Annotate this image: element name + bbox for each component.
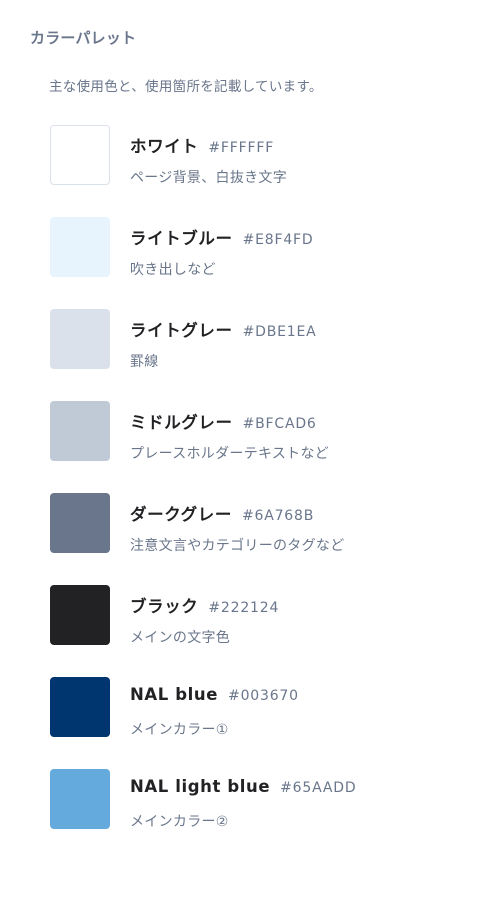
color-name-row: ライトグレー #DBE1EA	[130, 317, 317, 341]
color-swatch	[50, 769, 110, 829]
color-hex: #6A768B	[241, 508, 315, 524]
color-hex: #FFFFFF	[208, 140, 275, 156]
color-swatch	[50, 493, 110, 553]
color-hex: #003670	[228, 688, 299, 704]
color-swatch	[50, 217, 110, 277]
color-name-row: ブラック #222124	[130, 593, 279, 617]
color-swatch	[50, 677, 110, 737]
color-swatch	[50, 401, 110, 461]
color-name: ライトブルー	[130, 229, 233, 248]
color-usage: 吹き出しなど	[130, 262, 216, 278]
color-swatch	[50, 585, 110, 645]
color-name-row: ライトブルー #E8F4FD	[130, 225, 314, 249]
color-item-nal-blue: NAL blue #003670 メインカラー①	[50, 677, 480, 769]
color-usage: メインカラー①	[130, 722, 229, 738]
color-name: ダークグレー	[130, 505, 232, 524]
color-name: ブラック	[130, 597, 199, 616]
color-item-white: ホワイト #FFFFFF ページ背景、白抜き文字	[50, 125, 480, 217]
section-title: カラーパレット	[30, 29, 137, 47]
color-item-black: ブラック #222124 メインの文字色	[50, 585, 480, 677]
color-name-row: ミドルグレー #BFCAD6	[130, 409, 317, 433]
color-usage: プレースホルダーテキストなど	[130, 446, 330, 462]
color-hex: #65AADD	[280, 780, 357, 796]
color-hex: #DBE1EA	[242, 324, 317, 340]
color-item-middle-gray: ミドルグレー #BFCAD6 プレースホルダーテキストなど	[50, 401, 480, 493]
color-item-dark-gray: ダークグレー #6A768B 注意文言やカテゴリーのタグなど	[50, 493, 480, 585]
color-name-row: NAL light blue #65AADD	[130, 777, 356, 796]
color-item-light-blue: ライトブルー #E8F4FD 吹き出しなど	[50, 217, 480, 309]
color-swatch	[50, 309, 110, 369]
color-usage: ページ背景、白抜き文字	[130, 170, 288, 186]
color-name: NAL light blue	[130, 777, 271, 796]
color-name: ライトグレー	[130, 321, 233, 340]
color-hex: #BFCAD6	[242, 416, 317, 432]
color-hex: #222124	[208, 600, 280, 616]
color-name: NAL blue	[130, 685, 219, 704]
color-item-light-gray: ライトグレー #DBE1EA 罫線	[50, 309, 480, 401]
color-name: ホワイト	[130, 137, 199, 156]
color-usage: メインカラー②	[130, 814, 229, 830]
color-swatch	[50, 125, 110, 185]
color-name: ミドルグレー	[130, 413, 233, 432]
intro-text: 主な使用色と、使用箇所を記載しています。	[49, 79, 323, 95]
color-hex: #E8F4FD	[242, 232, 314, 248]
color-usage: メインの文字色	[130, 630, 231, 646]
color-usage: 注意文言やカテゴリーのタグなど	[130, 538, 345, 554]
color-item-nal-light-blue: NAL light blue #65AADD メインカラー②	[50, 769, 480, 861]
color-usage: 罫線	[130, 354, 159, 370]
color-palette-list: ホワイト #FFFFFF ページ背景、白抜き文字 ライトブルー #E8F4FD 吹き…	[50, 125, 480, 861]
color-name-row: ホワイト #FFFFFF	[130, 133, 274, 157]
color-name-row: NAL blue #003670	[130, 685, 299, 704]
color-name-row: ダークグレー #6A768B	[130, 501, 314, 525]
